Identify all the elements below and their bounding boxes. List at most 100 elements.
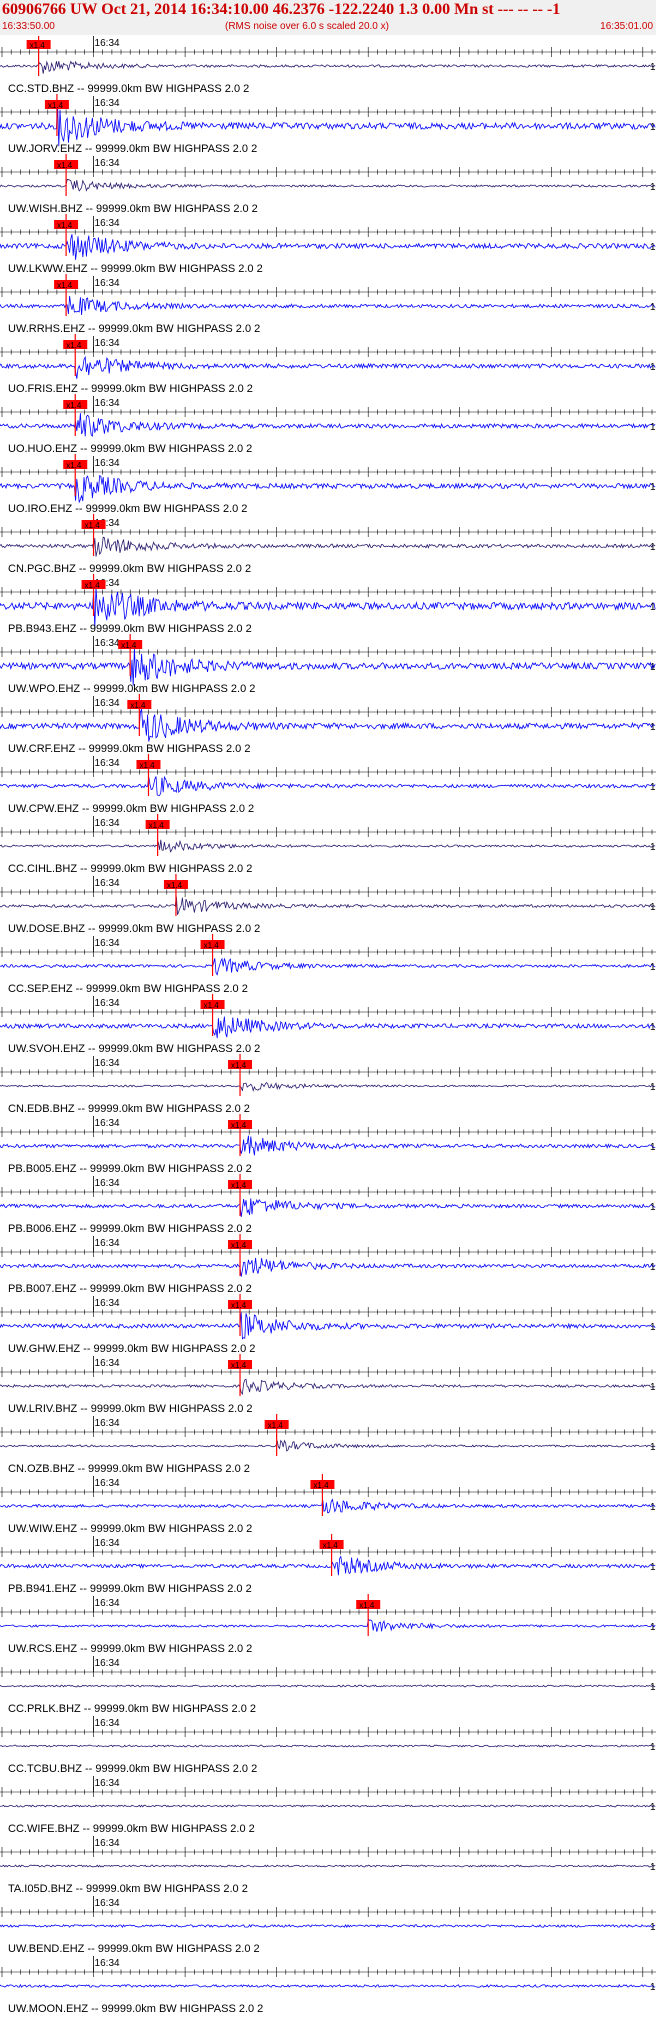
trace-label: UW.JORV.EHZ -- 99999.0km BW HIGHPASS 2.0… bbox=[8, 143, 257, 155]
trace-label: UW.WPO.EHZ -- 99999.0km BW HIGHPASS 2.0 … bbox=[8, 683, 255, 695]
trace-row: 16:34 x1.4 1 UW.CRF.EHZ -- 99999.0km BW HIG… bbox=[0, 694, 656, 755]
pick-label: x1.4 bbox=[323, 1541, 339, 1550]
edge-label: 1 bbox=[650, 1682, 656, 1693]
edge-label: 1 bbox=[650, 842, 656, 853]
waveform bbox=[0, 839, 656, 853]
minute-tick-label: 16:34 bbox=[95, 1358, 120, 1369]
trace-label: UW.WIW.EHZ -- 99999.0km BW HIGHPASS 2.0 … bbox=[8, 1523, 252, 1535]
waveform bbox=[0, 536, 656, 557]
waveform bbox=[0, 60, 656, 74]
edge-label: 1 bbox=[650, 1202, 656, 1213]
pick-label: x1.4 bbox=[313, 1481, 329, 1490]
pick-label: x1.4 bbox=[268, 1421, 284, 1430]
minute-tick-label: 16:34 bbox=[95, 1238, 120, 1249]
waveform bbox=[0, 413, 656, 437]
trace-row: 16:34 x1.4 1 CC.CIHL.BHZ -- 99999.0km BW HI… bbox=[0, 814, 656, 875]
pick-label: x1.4 bbox=[231, 1301, 247, 1310]
trace-row: 16:34 x1.4 1 UW.WIW.EHZ -- 99999.0km BW HIG… bbox=[0, 1474, 656, 1535]
waveform bbox=[0, 1082, 656, 1093]
trace-row: 16:34 x1.4 1 PB.B941.EHZ -- 99999.0km BW HI… bbox=[0, 1534, 656, 1595]
trace-label: UW.WISH.BHZ -- 99999.0km BW HIGHPASS 2.0… bbox=[8, 203, 258, 215]
edge-label: 1 bbox=[650, 182, 656, 193]
pick-label: x1.4 bbox=[359, 1601, 375, 1610]
trace-label: UW.LKWW.EHZ -- 99999.0km BW HIGHPASS 2.0… bbox=[8, 263, 263, 275]
waveform bbox=[0, 957, 656, 976]
edge-label: 1 bbox=[650, 902, 656, 913]
minute-tick-label: 16:34 bbox=[95, 1538, 120, 1549]
edge-label: 1 bbox=[650, 1982, 656, 1993]
edge-label: 1 bbox=[650, 482, 656, 493]
minute-tick-label: 16:34 bbox=[95, 1058, 120, 1069]
pick-label: x1.4 bbox=[204, 1001, 220, 1010]
trace-label: CC.CIHL.BHZ -- 99999.0km BW HIGHPASS 2.0… bbox=[8, 863, 252, 875]
trace-label: CN.EDB.BHZ -- 99999.0km BW HIGHPASS 2.0 … bbox=[8, 1103, 250, 1115]
pick-label: x1.4 bbox=[85, 521, 101, 530]
waveform bbox=[0, 178, 656, 192]
waveform bbox=[0, 1924, 656, 1929]
trace-label: UW.LRIV.BHZ -- 99999.0km BW HIGHPASS 2.0… bbox=[8, 1403, 253, 1415]
trace-label: UW.DOSE.BHZ -- 99999.0km BW HIGHPASS 2.0… bbox=[8, 923, 260, 935]
trace-row: 16:34 x1.4 1 UW.RRHS.EHZ -- 99999.0km BW HI… bbox=[0, 274, 656, 335]
trace-label: UO.FRIS.EHZ -- 99999.0km BW HIGHPASS 2.0… bbox=[8, 383, 253, 395]
seismogram-plot: 16:34x1.41CC.STD.BHZ -- 99999.0km BW HIG… bbox=[0, 36, 656, 2015]
waveform bbox=[0, 1618, 656, 1632]
edge-label: 1 bbox=[650, 1442, 656, 1453]
trace-row: 16:34 x1.4 1 CN.OZB.BHZ -- 99999.0km BW HIG… bbox=[0, 1414, 656, 1475]
pick-label: x1.4 bbox=[30, 41, 46, 50]
edge-label: 1 bbox=[650, 1262, 656, 1273]
waveform bbox=[0, 709, 656, 742]
trace-row: 16:34 1 UW.BEND.EHZ -- 99999.0km BW HIGHPA… bbox=[0, 1896, 656, 1955]
trace-label: UW.CPW.EHZ -- 99999.0km BW HIGHPASS 2.0 … bbox=[8, 803, 254, 815]
pick-label: x1.4 bbox=[231, 1061, 247, 1070]
pick-label: x1.4 bbox=[66, 401, 82, 410]
trace-label: PB.B006.EHZ -- 99999.0km BW HIGHPASS 2.0… bbox=[8, 1223, 252, 1235]
pick-label: x1.4 bbox=[231, 1181, 247, 1190]
trace-row: 16:34 1 CC.TCBU.BHZ -- 99999.0km BW HIGHPA… bbox=[0, 1716, 656, 1775]
trace-label: UW.GHW.EHZ -- 99999.0km BW HIGHPASS 2.0 … bbox=[8, 1343, 255, 1355]
pick-label: x1.4 bbox=[204, 941, 220, 950]
waveform bbox=[0, 234, 656, 260]
trace-row: 16:34x1.41PB.B943.EHZ -- 99999.0km BW HI… bbox=[0, 574, 656, 635]
minute-tick-label: 16:34 bbox=[95, 998, 120, 1009]
trace-row: 16:34 x1.4 1 PB.B007.EHZ -- 99999.0km BW HI… bbox=[0, 1234, 656, 1295]
minute-tick-label: 16:34 bbox=[95, 1178, 120, 1189]
trace-row: 16:34 1 TA.I05D.BHZ -- 99999.0km BW HIGHPA… bbox=[0, 1836, 656, 1895]
minute-tick-label: 16:34 bbox=[95, 1718, 120, 1729]
minute-tick-label: 16:34 bbox=[95, 158, 120, 169]
trace-row: 16:34 x1.4 1 UW.WISH.BHZ -- 99999.0km BW HI… bbox=[0, 154, 656, 215]
trace-row: 16:34 x1.4 1 PB.B005.EHZ -- 99999.0km BW HI… bbox=[0, 1114, 656, 1175]
pick-label: x1.4 bbox=[139, 761, 155, 770]
waveform bbox=[0, 1439, 656, 1452]
waveform bbox=[0, 355, 656, 379]
pick-label: x1.4 bbox=[85, 581, 101, 590]
pick-label: x1.4 bbox=[57, 281, 73, 290]
pick-label: x1.4 bbox=[149, 821, 165, 830]
waveform bbox=[0, 1135, 656, 1156]
edge-label: 1 bbox=[650, 1622, 656, 1633]
trace-label: UO.IRO.EHZ -- 99999.0km BW HIGHPASS 2.0 … bbox=[8, 503, 247, 515]
edge-label: 1 bbox=[650, 422, 656, 433]
edge-label: 1 bbox=[650, 1022, 656, 1033]
waveform bbox=[0, 1744, 656, 1748]
edge-label: 1 bbox=[650, 1922, 656, 1933]
waveform bbox=[0, 1312, 656, 1340]
trace-label: UW.SVOH.EHZ -- 99999.0km BW HIGHPASS 2.0… bbox=[8, 1043, 260, 1055]
minute-tick-label: 16:34 bbox=[95, 638, 120, 649]
trace-row: 16:34 1 CC.WIFE.BHZ -- 99999.0km BW HIGHPA… bbox=[0, 1776, 656, 1835]
trace-row: 16:34 x1.4 1 UW.GHW.EHZ -- 99999.0km BW HIG… bbox=[0, 1294, 656, 1355]
edge-label: 1 bbox=[650, 602, 656, 613]
edge-label: 1 bbox=[650, 1322, 656, 1333]
waveform bbox=[0, 1684, 656, 1688]
minute-tick-label: 16:34 bbox=[95, 698, 120, 709]
trace-row: 16:34 x1.4 1 UW.LRIV.BHZ -- 99999.0km BW HI… bbox=[0, 1354, 656, 1415]
pick-label: x1.4 bbox=[231, 1241, 247, 1250]
trace-label: CN.PGC.BHZ -- 99999.0km BW HIGHPASS 2.0 … bbox=[8, 563, 251, 575]
trace-label: CC.TCBU.BHZ -- 99999.0km BW HIGHPASS 2.0… bbox=[8, 1763, 257, 1775]
end-time-label: 16:35:01.00 bbox=[600, 21, 653, 32]
trace-row: 16:34 x1.4 1 UW.CPW.EHZ -- 99999.0km BW HIG… bbox=[0, 754, 656, 815]
waveform bbox=[0, 1804, 656, 1808]
trace-row: 16:34 x1.4 1 UW.WPO.EHZ -- 99999.0km BW HIG… bbox=[0, 634, 656, 695]
header-bar: 60906766 UW Oct 21, 2014 16:34:10.00 46.… bbox=[0, 0, 656, 35]
trace-label: UW.CRF.EHZ -- 99999.0km BW HIGHPASS 2.0 … bbox=[8, 743, 250, 755]
minute-tick-label: 16:34 bbox=[95, 1598, 120, 1609]
